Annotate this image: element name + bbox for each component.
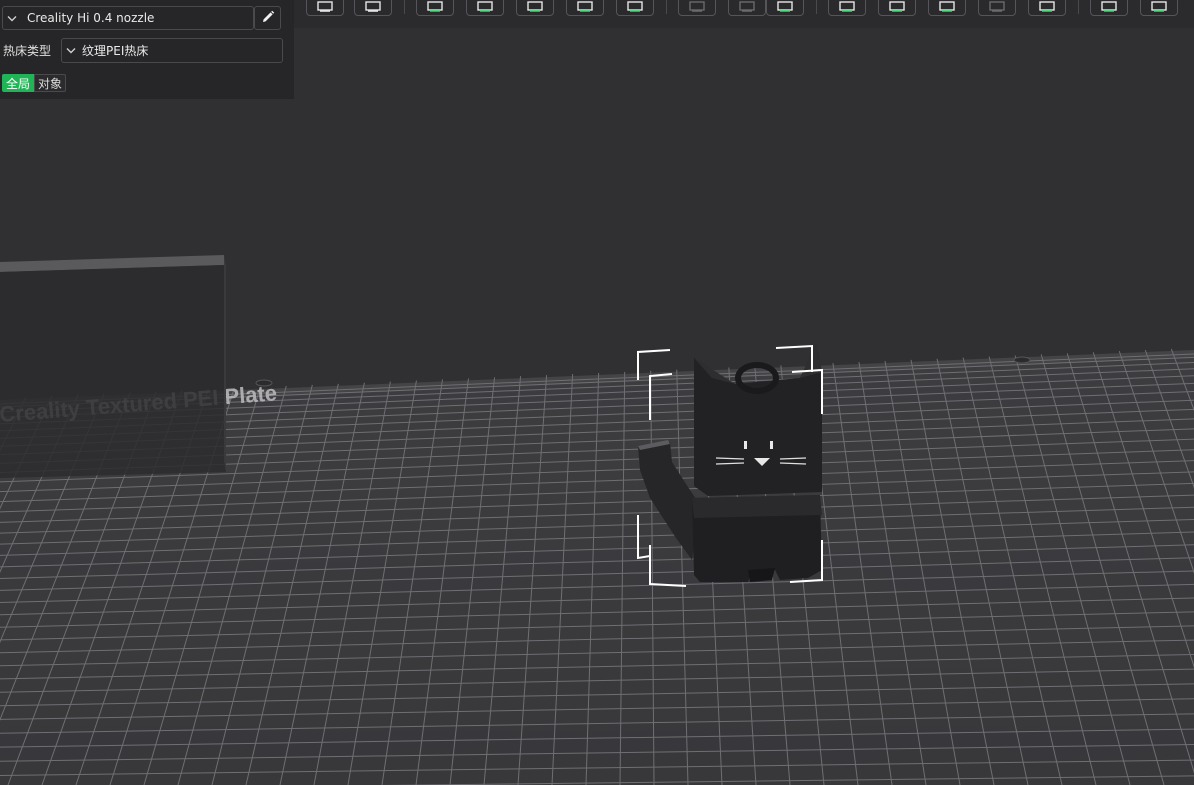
build-plate-scene[interactable]: Creality Textured PEI Plate [0, 0, 1194, 785]
scale-button[interactable] [766, 0, 804, 16]
lay-flat-button[interactable] [516, 0, 554, 16]
seam-paint-icon [1098, 0, 1120, 14]
support-paint-button[interactable] [1028, 0, 1066, 16]
wipe-tower-block [0, 255, 226, 478]
toolbar-separator [1078, 0, 1079, 14]
add-model-icon [424, 0, 446, 14]
bed-type-value: 纹理PEI热床 [82, 44, 149, 58]
scale-icon [774, 0, 796, 14]
seam-paint-button[interactable] [1090, 0, 1128, 16]
support-paint-icon [1036, 0, 1058, 14]
boolean-icon [986, 0, 1008, 14]
print-settings-panel: Creality Hi 0.4 nozzle 热床类型 纹理PEI热床 全局 对… [0, 0, 294, 99]
measure-button[interactable] [928, 0, 966, 16]
text-emboss-button[interactable] [1140, 0, 1178, 16]
scope-tabs: 全局 对象 [2, 74, 67, 92]
split-parts-button[interactable] [728, 0, 766, 16]
printer-select[interactable]: Creality Hi 0.4 nozzle [2, 6, 254, 30]
cube-view-button[interactable] [306, 0, 344, 16]
bed-type-label: 热床类型 [3, 44, 52, 58]
add-model-button[interactable] [416, 0, 454, 16]
toolbar-separator [404, 0, 405, 14]
split-parts-icon [736, 0, 758, 14]
printer-name: Creality Hi 0.4 nozzle [27, 11, 155, 25]
cut-button[interactable] [828, 0, 866, 16]
toolbar-separator [816, 0, 817, 14]
cube-view-icon [314, 0, 336, 14]
tab-global[interactable]: 全局 [2, 74, 35, 92]
orient-icon [474, 0, 496, 14]
pencil-icon [261, 9, 275, 28]
drop-to-bed-icon [624, 0, 646, 14]
arrange-button[interactable] [566, 0, 604, 16]
edit-printer-button[interactable] [254, 6, 281, 30]
boolean-button[interactable] [978, 0, 1016, 16]
grid-arrange-button[interactable] [354, 0, 392, 16]
plate-hole [1013, 356, 1031, 364]
bed-type-select[interactable]: 纹理PEI热床 [61, 38, 283, 63]
split-objects-icon [686, 0, 708, 14]
chevron-down-icon [62, 47, 80, 54]
lay-flat-icon [524, 0, 546, 14]
text-emboss-icon [1148, 0, 1170, 14]
drop-to-bed-button[interactable] [616, 0, 654, 16]
cut-icon [836, 0, 858, 14]
grid-arrange-icon [362, 0, 384, 14]
measure-icon [936, 0, 958, 14]
orient-button[interactable] [466, 0, 504, 16]
arrange-icon [574, 0, 596, 14]
tab-object[interactable]: 对象 [34, 74, 67, 92]
hollow-icon [886, 0, 908, 14]
toolbar-separator [666, 0, 667, 14]
top-toolbar [294, 0, 1194, 28]
chevron-down-icon [3, 15, 21, 22]
3d-viewport[interactable]: Creality Textured PEI Plate [0, 0, 1194, 785]
hollow-button[interactable] [878, 0, 916, 16]
split-objects-button[interactable] [678, 0, 716, 16]
